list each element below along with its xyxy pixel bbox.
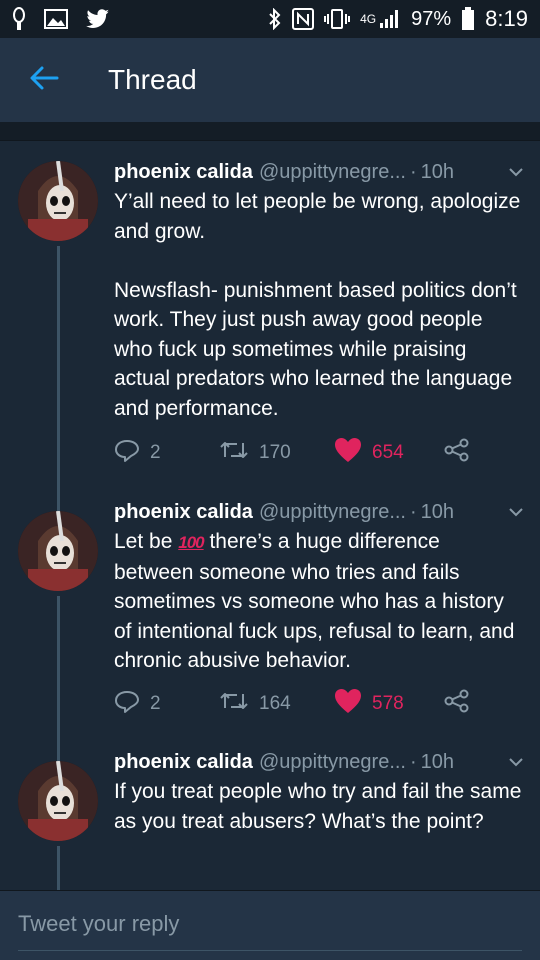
author-name[interactable]: phoenix calida (114, 501, 253, 524)
vibrate-icon (324, 8, 351, 30)
tweet-text: Y’all need to let people be wrong, apolo… (114, 190, 521, 420)
like-button[interactable]: 578 (334, 688, 444, 720)
reply-bar: Tweet your reply (0, 890, 540, 960)
avatar[interactable] (18, 761, 98, 841)
page-title: Thread (108, 64, 197, 95)
share-icon (444, 689, 470, 719)
avatar[interactable] (18, 161, 98, 241)
bluetooth-icon (268, 8, 282, 30)
status-bar: 4G 97% 8:19 (0, 0, 540, 38)
author-name[interactable]: phoenix calida (114, 751, 253, 774)
reply-count: 2 (150, 693, 161, 714)
tweet-header: phoenix calida @uppittynegre... · 10h (114, 747, 524, 777)
retweet-button[interactable]: 170 (219, 439, 334, 467)
tweet-actions: 2 164 578 (114, 689, 540, 719)
image-notification-icon (44, 9, 68, 29)
tweet-item[interactable]: phoenix calida @uppittynegre... · 10h Le… (0, 491, 540, 741)
author-name[interactable]: phoenix calida (114, 161, 253, 184)
divider (0, 122, 540, 140)
tweet-content: phoenix calida @uppittynegre... · 10h If… (114, 747, 524, 836)
tweet-item[interactable]: phoenix calida @uppittynegre... · 10h If… (0, 741, 540, 890)
tweet-time[interactable]: 10h (421, 501, 454, 524)
battery-percent: 97% (411, 7, 452, 30)
share-button[interactable] (444, 689, 470, 719)
retweet-icon (219, 439, 249, 467)
avatar[interactable] (18, 511, 98, 591)
thread-list[interactable]: phoenix calida @uppittynegre... · 10h Y’… (0, 140, 540, 890)
tweet-content: phoenix calida @uppittynegre... · 10h Le… (114, 497, 524, 676)
tweet-header: phoenix calida @uppittynegre... · 10h (114, 157, 524, 187)
retweet-count: 170 (259, 442, 291, 463)
thread-connector-line (57, 846, 60, 890)
reply-button[interactable]: 2 (114, 438, 219, 468)
hundred-points-emoji: 100 (178, 533, 204, 552)
chevron-down-icon[interactable] (508, 757, 524, 767)
reply-icon (114, 689, 140, 719)
signal-icon: 4G (360, 9, 401, 29)
separator-dot: · (410, 750, 417, 773)
twitter-bird-icon (86, 9, 110, 29)
network-type-label: 4G (360, 11, 377, 26)
ghost-notification-icon (12, 7, 26, 31)
tweet-text-part: Let be (114, 530, 179, 553)
author-handle[interactable]: @uppittynegre... (259, 501, 406, 524)
tweet-time[interactable]: 10h (421, 751, 454, 774)
like-count: 654 (372, 442, 404, 463)
tweet-text: If you treat people who try and fail the… (114, 780, 528, 833)
arrow-left-icon (29, 65, 59, 96)
author-handle[interactable]: @uppittynegre... (259, 161, 406, 184)
separator-dot: · (410, 160, 417, 183)
author-handle[interactable]: @uppittynegre... (259, 751, 406, 774)
thread-connector-line (57, 741, 60, 761)
chevron-down-icon[interactable] (508, 167, 524, 177)
nfc-icon (292, 8, 315, 30)
back-button[interactable] (0, 38, 88, 122)
battery-icon (461, 7, 475, 31)
retweet-button[interactable]: 164 (219, 690, 334, 718)
tweet-actions: 2 170 654 (114, 438, 540, 468)
tweet-time[interactable]: 10h (421, 161, 454, 184)
share-button[interactable] (444, 438, 470, 468)
heart-filled-icon (334, 437, 362, 469)
share-icon (444, 438, 470, 468)
like-count: 578 (372, 693, 404, 714)
thread-connector-line (57, 246, 60, 491)
like-button[interactable]: 654 (334, 437, 444, 469)
retweet-count: 164 (259, 693, 291, 714)
tweet-content: phoenix calida @uppittynegre... · 10h Y’… (114, 157, 524, 423)
app-header: Thread (0, 38, 540, 122)
separator-dot: · (410, 500, 417, 523)
thread-connector-line (57, 596, 60, 741)
tweet-header: phoenix calida @uppittynegre... · 10h (114, 497, 524, 527)
reply-input[interactable]: Tweet your reply (18, 911, 522, 951)
tweet-item[interactable]: phoenix calida @uppittynegre... · 10h Y’… (0, 141, 540, 491)
tweet-text: Let be 100 there’s a huge difference bet… (114, 527, 524, 676)
reply-button[interactable]: 2 (114, 689, 219, 719)
chevron-down-icon[interactable] (508, 507, 524, 517)
reply-count: 2 (150, 442, 161, 463)
clock: 8:19 (485, 6, 528, 31)
reply-icon (114, 438, 140, 468)
heart-filled-icon (334, 688, 362, 720)
retweet-icon (219, 690, 249, 718)
thread-connector-line (57, 491, 60, 511)
